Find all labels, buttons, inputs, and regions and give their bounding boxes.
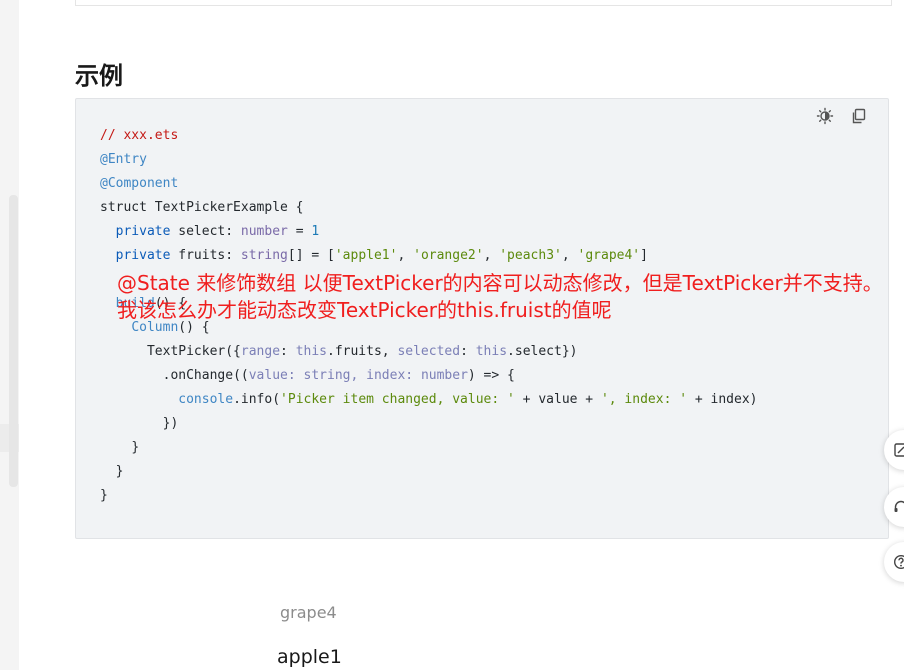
edit-icon [894,443,904,457]
code-token: : [405,368,421,383]
code-token: number [420,368,468,383]
code-token: console [178,392,234,407]
code-token: = [287,224,312,239]
code-token: value [248,368,288,383]
code-token: ] [640,248,648,263]
code-token: : [460,344,476,359]
code-token: private [115,248,171,263]
code-token: : [287,368,304,383]
code-line: // xxx.ets [100,128,179,143]
code-token: , [561,248,578,263]
code-token: .onChange(( [162,368,249,383]
code-token: private [115,224,171,239]
code-token: : [280,344,296,359]
code-token: 'apple1' [334,248,398,263]
code-token: ', index: ' [600,392,688,407]
code-token: index [366,368,406,383]
code-token: 1 [311,224,320,239]
sun-icon[interactable] [816,107,834,125]
code-token: , [483,248,500,263]
copy-icon[interactable] [850,107,868,125]
code-token: TextPicker({ [146,344,241,359]
code-token: 'orange2' [413,248,484,263]
code-token: range [240,344,281,359]
code-token: struct [100,200,147,215]
headset-icon [894,500,904,512]
code-line: @Component [100,176,179,191]
annotation-overlay-text: @State 来修饰数组 以便TextPicker的内容可以动态修改，但是Tex… [117,271,883,322]
code-token: this [475,344,508,359]
help-icon [894,555,904,569]
code-token: selected [397,344,461,359]
code-token: ) => { [467,368,515,383]
code-token: } [100,488,108,503]
code-token: .info( [233,392,281,407]
help-button[interactable] [884,542,904,582]
code-token: } [131,440,140,455]
code-token: TextPickerExample { [146,200,304,215]
code-token: string [303,368,351,383]
code-token: + value + [514,392,601,407]
code-token: + index) [687,392,758,407]
code-token: } [115,464,124,479]
code-line: @Entry [100,152,147,167]
code-token: [] = [ [287,248,335,263]
code-token: fruits: [170,248,241,263]
code-toolbar [816,107,868,125]
code-token: this [295,344,327,359]
code-token: , [350,368,367,383]
previous-content-box [75,0,892,6]
code-token: }) [162,416,179,431]
code-token: number [240,224,288,239]
left-scrollbar[interactable] [9,195,18,487]
section-title: 示例 [75,62,123,90]
code-token: select: [170,224,241,239]
code-token: 'grape4' [577,248,641,263]
code-token: string [240,248,288,263]
code-token: , [397,248,414,263]
code-token: .fruits, [327,344,398,359]
picker-selected-option[interactable]: apple1 [277,646,342,668]
code-token: 'Picker item changed, value: ' [280,392,515,407]
code-token: 'peach3' [499,248,562,263]
picker-option[interactable]: grape4 [280,603,337,622]
code-token: .select}) [507,344,578,359]
